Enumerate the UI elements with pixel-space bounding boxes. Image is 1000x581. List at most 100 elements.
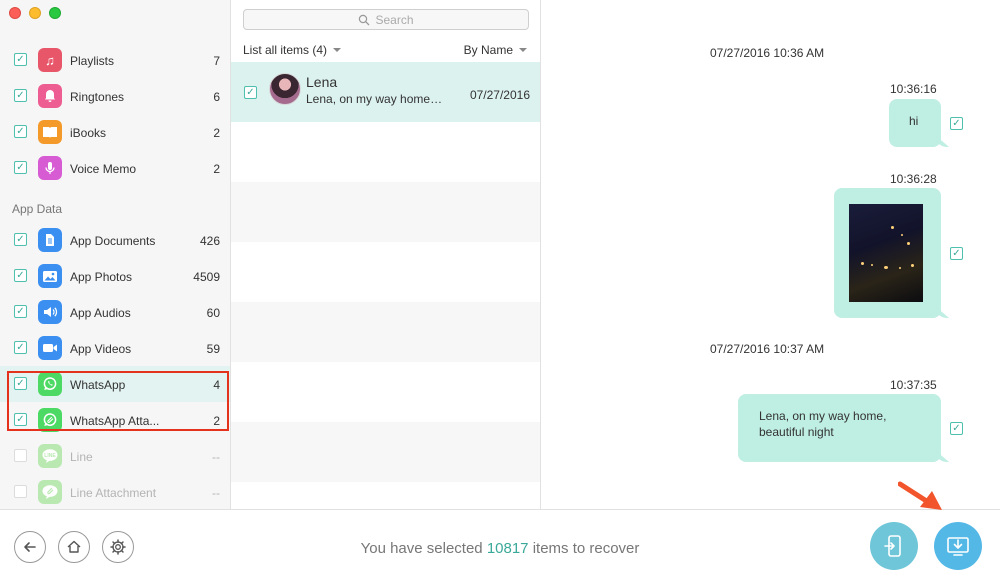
conversation-list-pane: Search List all items (4) By Name ✓ Lena… <box>231 0 541 509</box>
message-checkbox[interactable]: ✓ <box>950 422 963 435</box>
sidebar-item-app-videos[interactable]: ✓ App Videos 59 <box>0 330 230 366</box>
night-photo-thumbnail[interactable] <box>849 204 923 302</box>
bell-icon <box>38 84 62 108</box>
message-time: 10:36:16 <box>890 82 937 96</box>
sidebar-item-playlists[interactable]: ✓ ♫ Playlists 7 <box>0 42 230 78</box>
chevron-down-icon <box>519 48 527 52</box>
arrow-annotation-icon <box>898 481 942 510</box>
sidebar-item-app-audios[interactable]: ✓ App Audios 60 <box>0 294 230 330</box>
message-preview: Lena, on my way home… <box>306 92 443 106</box>
download-to-computer-icon <box>947 537 969 556</box>
checkbox[interactable]: ✓ <box>14 125 27 138</box>
sidebar-item-count: 59 <box>206 342 220 356</box>
search-icon <box>359 14 370 25</box>
sidebar-item-label: App Photos <box>70 270 133 284</box>
sidebar-item-whatsapp-attachments[interactable]: ✓ WhatsApp Atta... 2 <box>0 402 230 438</box>
sidebar-item-label: Line <box>70 450 93 464</box>
sidebar-item-label: WhatsApp Atta... <box>70 414 160 428</box>
message-text: hi <box>909 114 919 128</box>
message-checkbox[interactable]: ✓ <box>950 247 963 260</box>
sidebar-item-count: 426 <box>199 234 220 248</box>
selection-status: You have selected 10817 items to recover <box>0 540 1000 557</box>
checkbox[interactable]: ✓ <box>14 89 27 102</box>
image-message-bubble[interactable] <box>834 188 949 318</box>
checkbox[interactable] <box>14 485 27 498</box>
phone-import-icon <box>884 535 901 557</box>
sidebar-item-count: 2 <box>213 162 220 176</box>
sidebar-item-label: App Audios <box>70 306 131 320</box>
sidebar-item-label: Playlists <box>70 54 115 68</box>
sidebar-item-whatsapp[interactable]: ✓ WhatsApp 4 <box>0 366 230 402</box>
empty-row <box>231 242 540 302</box>
selected-count: 10817 <box>486 540 529 557</box>
app-window: ✓ ♫ Playlists 7 ✓ Ringtones 6 ✓ iBooks 2 <box>0 0 1000 581</box>
message-bubble[interactable]: Lena, on my way home, beautiful night <box>738 394 949 462</box>
microphone-icon <box>38 156 62 180</box>
category-sidebar: ✓ ♫ Playlists 7 ✓ Ringtones 6 ✓ iBooks 2 <box>0 0 231 509</box>
playlist-icon: ♫ <box>38 48 62 72</box>
search-placeholder: Search <box>375 12 414 27</box>
minimize-window-button[interactable] <box>29 7 41 19</box>
checkbox[interactable]: ✓ <box>14 305 27 318</box>
sidebar-item-count: 7 <box>213 54 220 68</box>
empty-row <box>231 122 540 182</box>
checkbox[interactable]: ✓ <box>14 377 27 390</box>
sidebar-item-voice-memo[interactable]: ✓ Voice Memo 2 <box>0 150 230 186</box>
sort-label: By Name <box>463 43 513 57</box>
list-header: List all items (4) By Name <box>231 36 540 62</box>
whatsapp-attachment-icon <box>38 408 62 432</box>
message-bubble[interactable]: hi <box>889 99 949 147</box>
section-title: App Data <box>12 202 63 216</box>
checkbox[interactable]: ✓ <box>14 53 27 66</box>
checkbox[interactable]: ✓ <box>14 269 27 282</box>
filter-dropdown[interactable]: List all items (4) <box>243 43 342 57</box>
svg-text:LINE: LINE <box>44 453 56 459</box>
conversation-list: ✓ Lena Lena, on my way home… 07/27/2016 <box>231 62 540 509</box>
message-text: Lena, on my way home, beautiful night <box>759 409 887 439</box>
book-icon <box>38 120 62 144</box>
empty-row <box>231 422 540 482</box>
search-input[interactable]: Search <box>243 9 529 30</box>
empty-row <box>231 482 540 509</box>
checkbox[interactable] <box>14 449 27 462</box>
window-controls <box>9 7 61 19</box>
empty-row <box>231 182 540 242</box>
recover-to-device-button[interactable] <box>870 522 918 570</box>
sidebar-item-label: WhatsApp <box>70 378 126 392</box>
conversation-row[interactable]: ✓ Lena Lena, on my way home… 07/27/2016 <box>231 62 540 122</box>
recover-to-computer-button[interactable] <box>934 522 982 570</box>
checkbox[interactable]: ✓ <box>244 86 257 99</box>
whatsapp-icon <box>38 372 62 396</box>
sort-dropdown[interactable]: By Name <box>464 43 527 57</box>
checkbox[interactable]: ✓ <box>14 161 27 174</box>
checkbox[interactable]: ✓ <box>14 413 27 426</box>
sidebar-item-app-photos[interactable]: ✓ App Photos 4509 <box>0 258 230 294</box>
sidebar-item-line[interactable]: LINE Line -- <box>0 438 230 474</box>
sidebar-item-label: App Documents <box>70 234 156 248</box>
sidebar-item-count: 4 <box>213 378 220 392</box>
close-window-button[interactable] <box>9 7 21 19</box>
sidebar-item-ringtones[interactable]: ✓ Ringtones 6 <box>0 78 230 114</box>
chevron-down-icon <box>333 48 342 52</box>
contact-name: Lena <box>306 74 338 90</box>
message-checkbox[interactable]: ✓ <box>950 117 963 130</box>
photo-icon <box>38 264 62 288</box>
sidebar-item-app-documents[interactable]: ✓ App Documents 426 <box>0 222 230 258</box>
bubble-tail <box>935 306 949 318</box>
empty-row <box>231 362 540 422</box>
bottom-toolbar: You have selected 10817 items to recover <box>0 509 1000 581</box>
sidebar-item-count: 60 <box>206 306 220 320</box>
status-prefix: You have selected <box>360 540 487 557</box>
date-separator: 07/27/2016 10:36 AM <box>710 46 825 60</box>
maximize-window-button[interactable] <box>49 7 61 19</box>
date-separator: 07/27/2016 10:37 AM <box>710 342 825 356</box>
sidebar-item-label: Line Attachment <box>70 486 157 500</box>
chat-detail-pane: 07/27/2016 10:36 AM 10:36:16 hi ✓ 10:36:… <box>541 0 1000 509</box>
message-time: 10:36:28 <box>890 172 937 186</box>
sidebar-item-ibooks[interactable]: ✓ iBooks 2 <box>0 114 230 150</box>
checkbox[interactable]: ✓ <box>14 341 27 354</box>
line-attachment-icon <box>38 480 62 504</box>
sidebar-item-line-attachment[interactable]: Line Attachment -- <box>0 474 230 509</box>
checkbox[interactable]: ✓ <box>14 233 27 246</box>
sidebar-item-label: iBooks <box>70 126 107 140</box>
